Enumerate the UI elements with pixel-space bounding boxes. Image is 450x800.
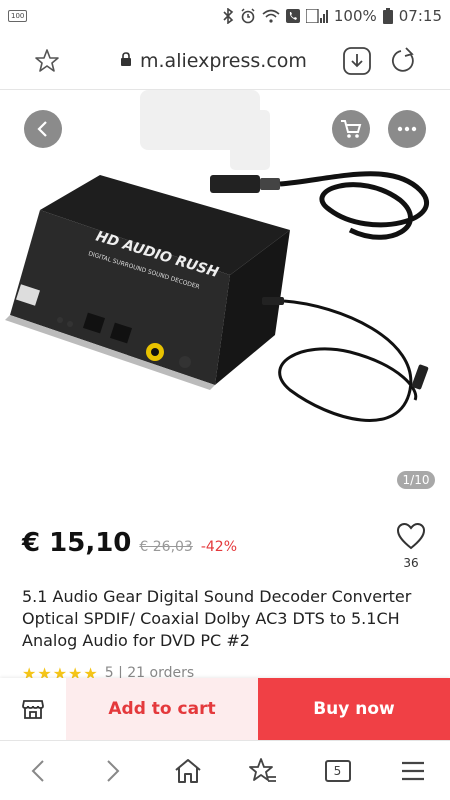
- download-icon[interactable]: [342, 46, 372, 80]
- chevron-left-icon: [31, 759, 44, 782]
- store-button[interactable]: [0, 678, 66, 740]
- product-title: 5.1 Audio Gear Digital Sound Decoder Con…: [22, 587, 412, 650]
- nav-back-button[interactable]: [13, 751, 63, 791]
- lock-icon: [120, 50, 132, 72]
- battery-icon: [382, 8, 393, 24]
- add-to-cart-button[interactable]: Add to cart: [66, 678, 258, 740]
- wifi-icon: [262, 9, 280, 23]
- original-price: € 26,03: [139, 539, 193, 555]
- discount-badge: -42%: [200, 539, 237, 555]
- clock: 07:15: [398, 7, 442, 25]
- bookmarks-star-icon: [248, 757, 276, 782]
- wishlist-count: 36: [403, 556, 419, 570]
- battery-percentage: 100%: [333, 7, 377, 25]
- more-options-button[interactable]: [388, 110, 426, 148]
- cart-button[interactable]: [332, 110, 370, 148]
- heart-icon: [396, 522, 426, 550]
- purchase-action-bar: Add to cart Buy now: [0, 678, 450, 740]
- browser-url-bar: m.aliexpress.com: [0, 32, 450, 90]
- tabs-count: 5: [324, 759, 351, 782]
- price-row: € 15,10 € 26,03 -42%: [22, 528, 237, 558]
- address-field[interactable]: m.aliexpress.com: [120, 50, 307, 72]
- wishlist-button[interactable]: 36: [394, 522, 428, 570]
- status-bar: 100 100% 07:15: [0, 0, 450, 32]
- chevron-right-icon: [106, 759, 119, 782]
- nav-home-button[interactable]: [163, 751, 213, 791]
- alarm-icon: [240, 8, 256, 24]
- product-image: HD AUDIO RUSH DIGITAL SURROUND SOUND DEC…: [5, 90, 430, 422]
- bookmark-star-icon[interactable]: [34, 48, 60, 78]
- more-dots-icon: [397, 126, 417, 132]
- nav-tabs-button[interactable]: 5: [313, 751, 363, 791]
- image-counter: 1/10: [397, 471, 435, 489]
- bluetooth-icon: [222, 8, 234, 24]
- home-icon: [174, 758, 201, 783]
- status-icons: 100% 07:15: [222, 7, 442, 25]
- url-text: m.aliexpress.com: [140, 50, 307, 72]
- call-icon: [285, 9, 300, 23]
- browser-bottom-nav: 5: [0, 740, 450, 800]
- nav-bookmarks-button[interactable]: [238, 751, 288, 791]
- store-icon: [22, 700, 44, 719]
- notification-badge: 100: [8, 10, 28, 22]
- nav-menu-button[interactable]: [388, 751, 438, 791]
- cart-icon: [341, 120, 362, 138]
- chevron-left-icon: [37, 121, 47, 137]
- menu-icon: [401, 761, 424, 780]
- reload-icon[interactable]: [388, 46, 418, 80]
- buy-now-button[interactable]: Buy now: [258, 678, 450, 740]
- signal-icon: [305, 9, 328, 23]
- nav-forward-button[interactable]: [88, 751, 138, 791]
- product-image-gallery[interactable]: HD AUDIO RUSH DIGITAL SURROUND SOUND DEC…: [0, 90, 450, 500]
- current-price: € 15,10: [22, 528, 132, 558]
- back-button[interactable]: [24, 110, 62, 148]
